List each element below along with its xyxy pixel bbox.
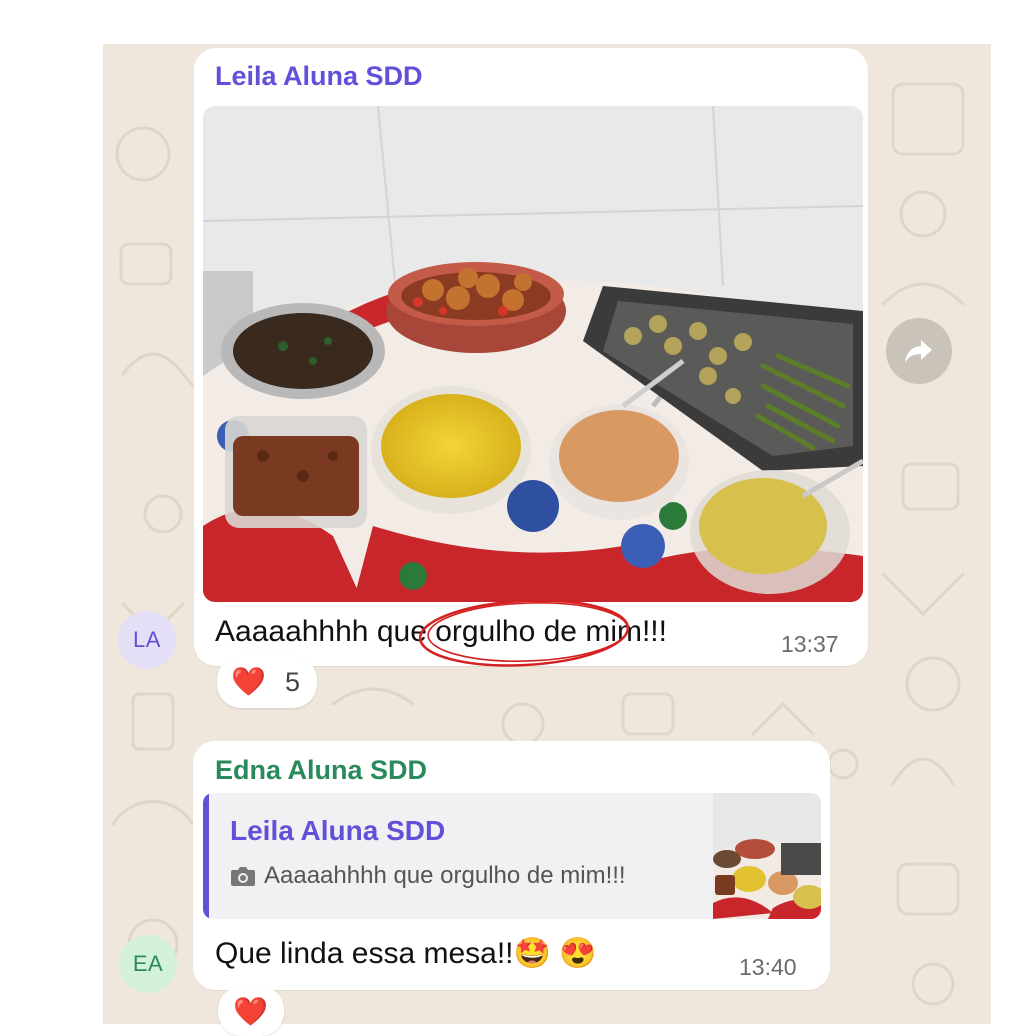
red-ellipse-annotation — [418, 599, 630, 667]
message-time: 13:37 — [781, 631, 839, 657]
heart-emoji: ❤️ — [231, 666, 266, 697]
message-time: 13:40 — [739, 954, 797, 980]
sender-name[interactable]: Leila Aluna SDD — [215, 61, 423, 92]
sender-name[interactable]: Edna Aluna SDD — [215, 755, 427, 786]
forward-arrow-icon — [905, 340, 932, 363]
avatar[interactable]: LA — [118, 611, 176, 669]
avatar-initials: LA — [133, 627, 161, 652]
quoted-text: Aaaaahhhh que orgulho de mim!!! — [264, 862, 626, 889]
reaction-pill[interactable]: ❤️ — [218, 986, 284, 1036]
avatar[interactable]: EA — [119, 935, 177, 993]
food-photo[interactable] — [203, 106, 863, 602]
camera-icon — [231, 867, 255, 886]
quote-accent-bar — [203, 793, 209, 919]
quoted-photo-thumbnail — [713, 793, 821, 919]
quoted-sender: Leila Aluna SDD — [230, 815, 446, 846]
heart-emoji: ❤️ — [233, 996, 268, 1027]
quoted-message: Aaaaahhhh que orgulho de mim!!! — [230, 862, 626, 890]
message-text: Que linda essa mesa!!🤩 😍 — [215, 937, 597, 970]
reaction-count: 5 — [285, 667, 301, 697]
message-bubble-2[interactable]: Edna Aluna SDD Leila Aluna SDD Aaaaahhhh… — [193, 741, 830, 990]
forward-button[interactable] — [886, 318, 952, 384]
avatar-initials: EA — [132, 951, 164, 976]
reaction-pill[interactable]: ❤️ 5 — [217, 656, 317, 708]
message-bubble-1[interactable]: Leila Aluna SDD Aaaaahhhh que orgulho de… — [194, 48, 868, 667]
reply-quote[interactable]: Leila Aluna SDD Aaaaahhhh que orgulho de… — [203, 793, 821, 919]
food-photo-image — [203, 106, 863, 602]
